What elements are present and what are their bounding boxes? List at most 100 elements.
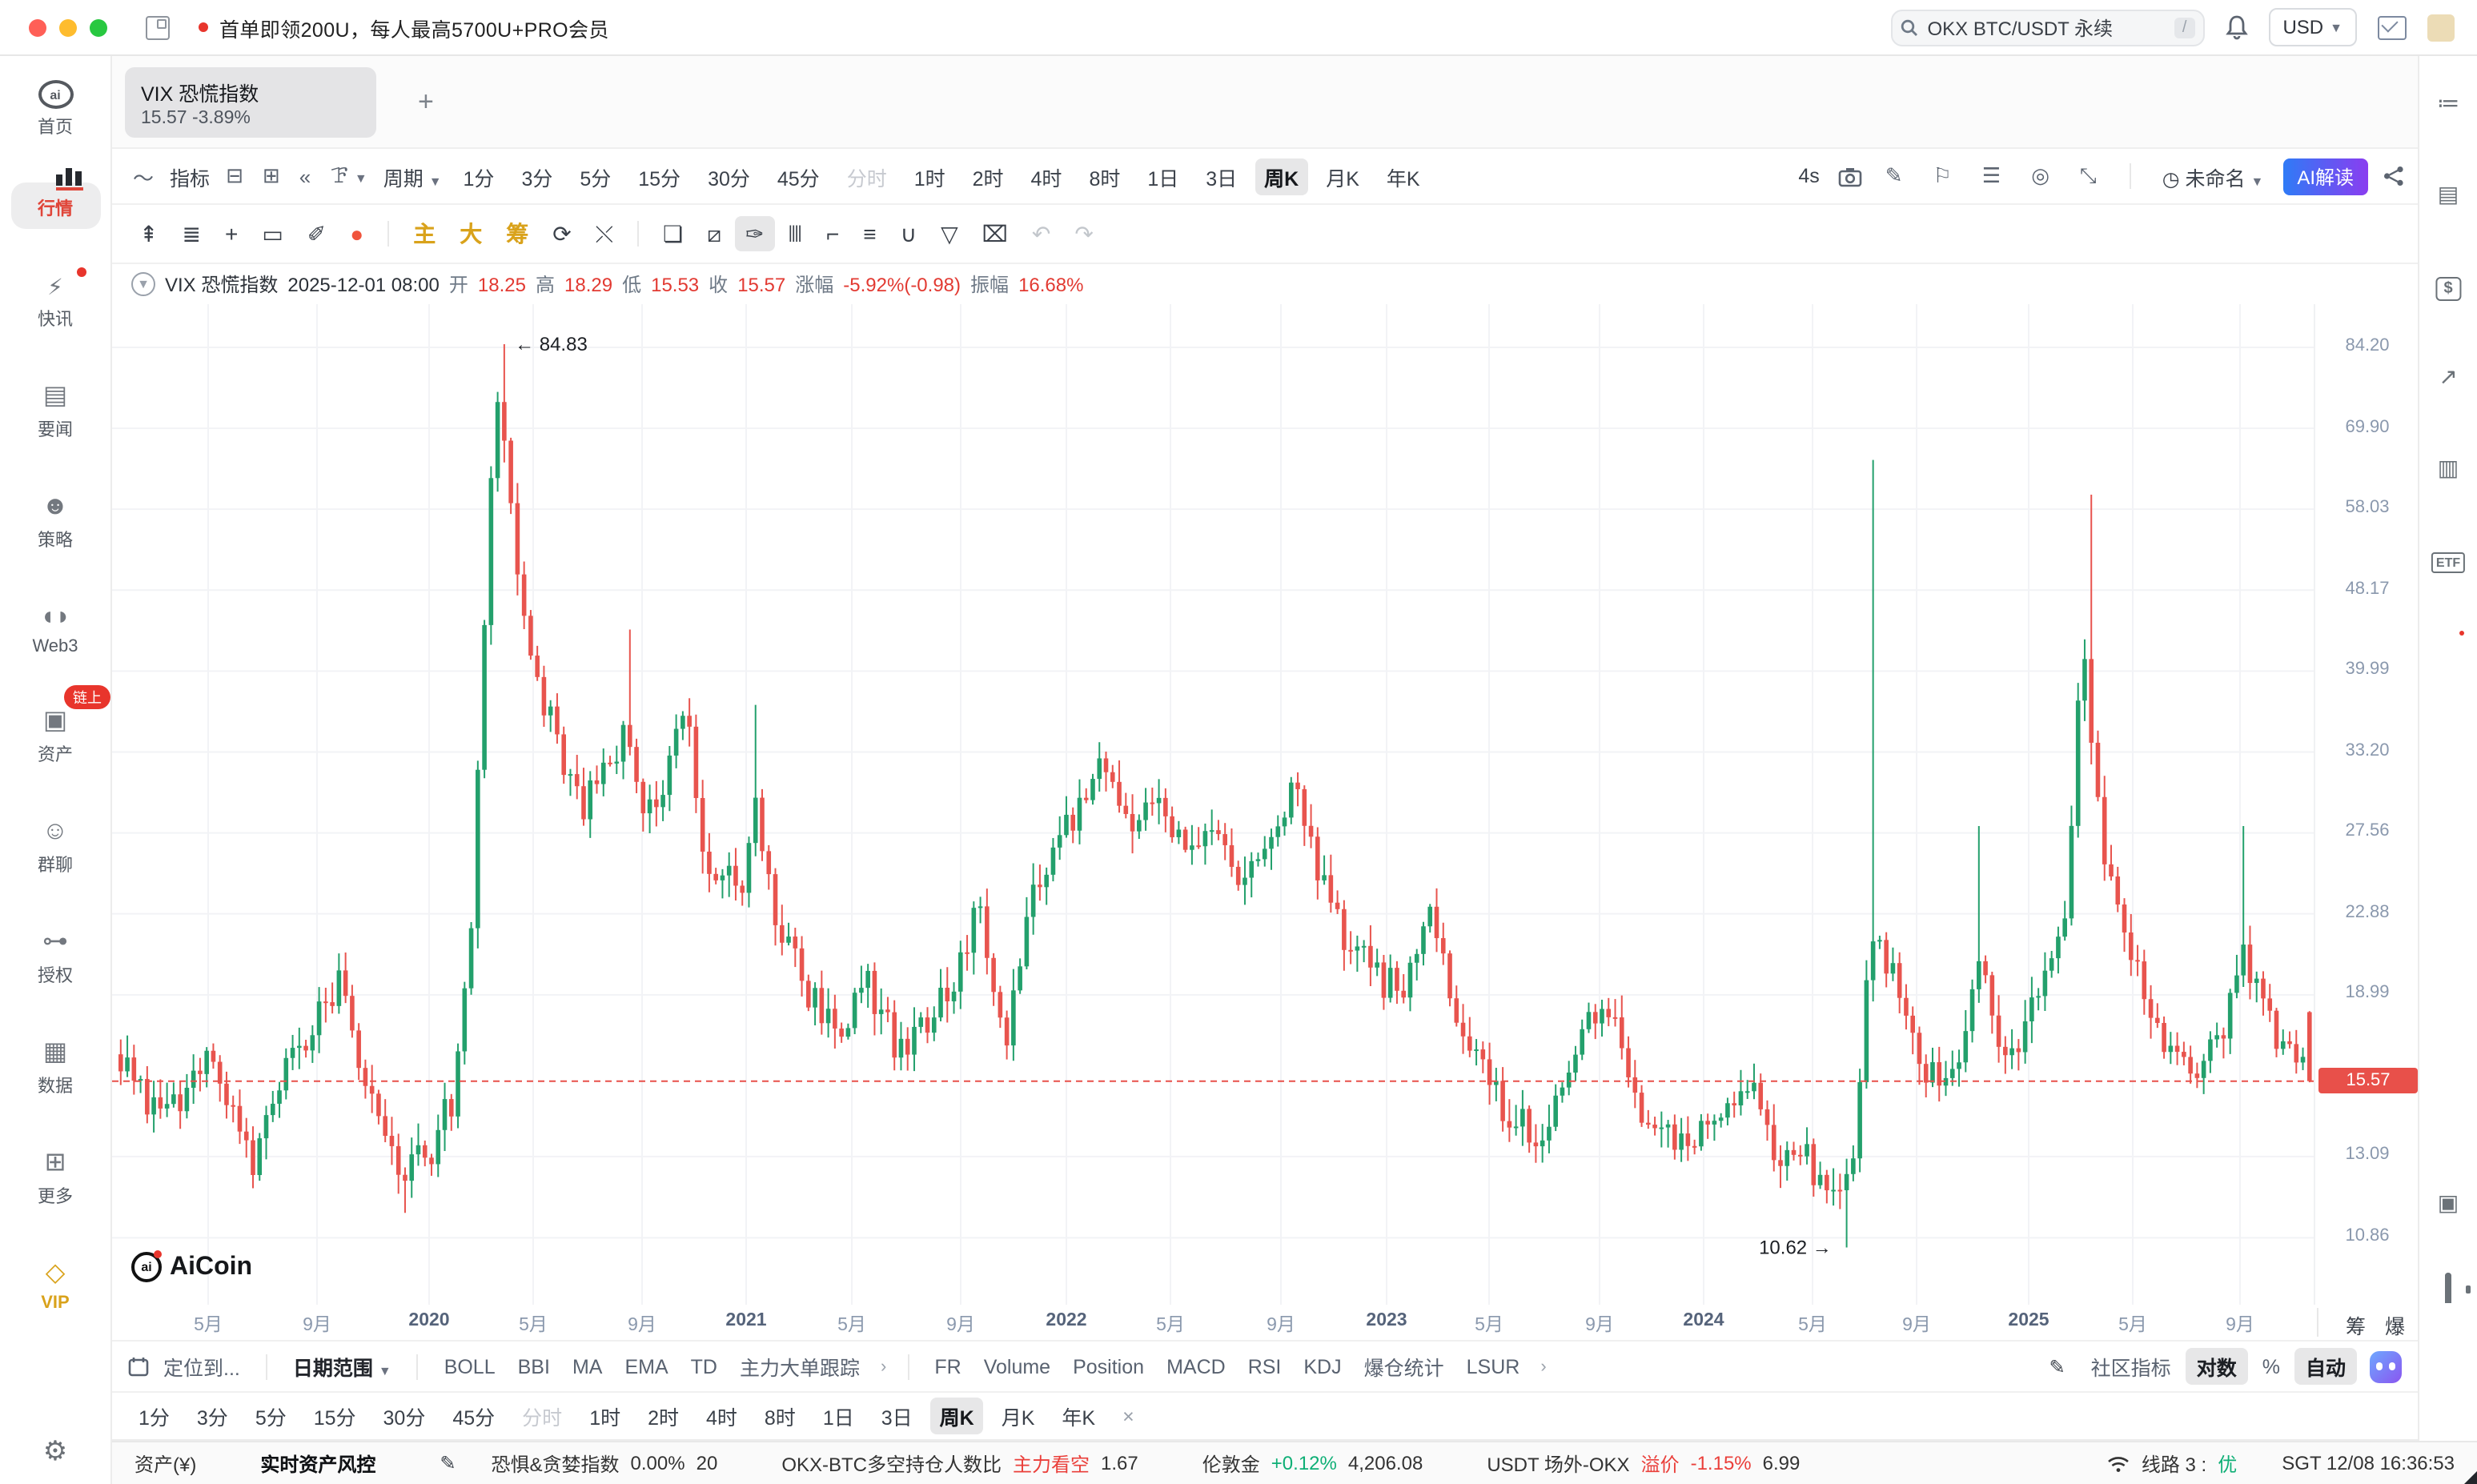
tab-vix-index[interactable]: VIX 恐慌指数 15.57 -3.89% — [125, 66, 376, 137]
currency-select[interactable]: USD ▼ — [2268, 8, 2357, 46]
sub-indicator-爆仓统计[interactable]: 爆仓统计 — [1353, 1348, 1455, 1385]
timeframe-1分[interactable]: 1分 — [129, 1398, 179, 1434]
timeframe-5分[interactable]: 5分 — [570, 158, 620, 195]
price-lines-icon[interactable]: ≣ — [171, 216, 211, 251]
list-settings-icon[interactable]: ☰ — [1974, 163, 2009, 189]
ruler-icon[interactable]: ⧄ — [696, 216, 733, 251]
search-input[interactable]: OKX BTC/USDT 永续 / — [1890, 9, 2204, 46]
time-axis[interactable]: 筹 爆 5月9月20205月9月20215月9月20225月9月20235月9月… — [112, 1305, 2418, 1342]
okx-ratio-label[interactable]: OKX-BTC多空持仓人数比 — [781, 1450, 1002, 1477]
settings-gear-icon[interactable]: ⚙ — [43, 1436, 68, 1468]
timeframe-年K[interactable]: 年K — [1052, 1398, 1105, 1434]
timeframe-4时[interactable]: 4时 — [1022, 158, 1072, 195]
panel-layout-icon[interactable]: ▣ — [2438, 1189, 2459, 1217]
percent-scale-toggle[interactable]: % — [2251, 1352, 2291, 1381]
share-icon[interactable] — [2383, 165, 2405, 187]
redo-icon[interactable]: ↷ — [1063, 216, 1104, 251]
edit-community-icon[interactable]: ✎ — [2038, 1349, 2077, 1384]
money-icon[interactable]: $ — [2435, 272, 2460, 299]
sub-indicator-KDJ[interactable]: KDJ — [1292, 1352, 1352, 1381]
fear-greed-label[interactable]: 恐惧&贪婪指数 — [492, 1450, 620, 1477]
sidebar-item-idx4[interactable]: ☻策略 — [10, 485, 100, 560]
indicator-EMA[interactable]: EMA — [613, 1352, 679, 1381]
timeframe-1日[interactable]: 1日 — [1138, 158, 1188, 195]
sidebar-item-idx0[interactable]: ai首页 — [10, 72, 100, 147]
collapse-info-icon[interactable]: ▼ — [131, 272, 155, 296]
delete-drawing-icon[interactable]: ⌧ — [971, 216, 1019, 251]
timeframe-45分[interactable]: 45分 — [443, 1398, 504, 1434]
brush-tool-icon[interactable]: ✐ — [296, 216, 337, 251]
indicator-BBI[interactable]: BBI — [507, 1352, 561, 1381]
timeframe-30分[interactable]: 30分 — [374, 1398, 436, 1434]
bookmark-icon[interactable]: ❏ — [652, 216, 694, 251]
sidebar-item-idx1[interactable]: 行情 — [10, 182, 100, 229]
sidebar-item-idx2[interactable]: ⚡快讯 — [10, 264, 100, 339]
note-icon[interactable]: ▤ — [2438, 181, 2459, 208]
interval-measure-icon[interactable]: ꘈ — [777, 216, 813, 251]
trend-line-icon[interactable]: ⤬ — [584, 216, 624, 251]
timeframe-3日[interactable]: 3日 — [1196, 158, 1247, 195]
indicator-button[interactable]: 指标 — [165, 161, 215, 191]
candle-style-icon[interactable]: ꘘ ▼ — [322, 163, 375, 189]
order-lines-icon[interactable]: ⇞ — [128, 216, 169, 251]
lock-icon[interactable]: ⌐ — [815, 216, 850, 251]
trend-icon[interactable]: ↗ — [2439, 363, 2457, 391]
log-scale-toggle[interactable]: 对数 — [2186, 1348, 2248, 1385]
filter-icon[interactable]: ▽ — [929, 216, 970, 251]
line-label[interactable]: 线路 3 : — [2142, 1450, 2206, 1477]
timeframe-月K[interactable]: 月K — [1316, 158, 1369, 195]
timeframe-15分[interactable]: 15分 — [304, 1398, 366, 1434]
sidebar-item-web3[interactable]: ◖◗Web3 — [10, 596, 100, 664]
axis-tab-liquidation[interactable]: 爆 — [2385, 1310, 2405, 1340]
compare-icon[interactable]: ⊟ — [218, 163, 251, 189]
sidebar-item-idx8[interactable]: ⊶授权 — [10, 920, 100, 996]
timeframe-15分[interactable]: 15分 — [628, 158, 690, 195]
timeframe-分时[interactable]: 分时 — [837, 158, 897, 195]
timeframe-月K[interactable]: 月K — [992, 1398, 1045, 1434]
customer-service-icon[interactable] — [2445, 1276, 2451, 1303]
note-edit-icon[interactable]: ≡ — [852, 216, 887, 251]
message-icon[interactable] — [2378, 15, 2407, 39]
ai-interpret-button[interactable]: AI解读 — [2282, 158, 2368, 195]
replay-icon[interactable]: « — [291, 164, 319, 188]
indicator-TD[interactable]: TD — [680, 1352, 729, 1381]
highlighter-icon[interactable]: ✑ — [734, 216, 775, 251]
close-window-button[interactable] — [29, 18, 46, 36]
timeframe-8时[interactable]: 8时 — [1079, 158, 1130, 195]
magnet-icon[interactable]: ∪ — [889, 216, 929, 251]
layout-name-dropdown[interactable]: ◷ 未命名 ▼ — [2158, 161, 2269, 191]
minimize-window-button[interactable] — [59, 18, 77, 36]
resize-corner[interactable] — [2464, 1471, 2477, 1484]
sidebar-item-idx6[interactable]: ▣链上资产 — [10, 700, 100, 775]
sidebar-item-idx10[interactable]: ⊞更多 — [10, 1141, 100, 1217]
indicator-MA[interactable]: MA — [561, 1352, 614, 1381]
timeframe-2时[interactable]: 2时 — [638, 1398, 689, 1434]
sidebar-item-idx9[interactable]: ▦数据 — [10, 1031, 100, 1106]
timeframe-3分[interactable]: 3分 — [512, 158, 562, 195]
price-axis[interactable]: 84.2069.9058.0348.1739.9933.2027.5622.88… — [2314, 304, 2418, 1305]
zoom-window-button[interactable] — [90, 18, 107, 36]
risk-control-label[interactable]: 实时资产风控 — [260, 1450, 375, 1477]
sub-indicator-FR[interactable]: FR — [923, 1352, 972, 1381]
edit-status-icon[interactable]: ✎ — [440, 1446, 456, 1481]
sub-indicator-Position[interactable]: Position — [1062, 1352, 1155, 1381]
chart-plot[interactable]: ← 84.8310.62 → — [112, 304, 2314, 1305]
refresh-drawing-icon[interactable]: ⟳ — [541, 216, 582, 251]
announcement-text[interactable]: 首单即领200U，每人最高5700U+PRO会员 — [219, 12, 609, 42]
timeframe-1时[interactable]: 1时 — [580, 1398, 630, 1434]
crosshair-icon[interactable]: + — [214, 216, 249, 251]
timeframe-5分[interactable]: 5分 — [246, 1398, 296, 1434]
community-indicators-button[interactable]: 社区指标 — [2080, 1348, 2182, 1385]
timeframe-30分[interactable]: 30分 — [698, 158, 760, 195]
speed-label[interactable]: 4s — [1793, 165, 1824, 187]
timeframe-1日[interactable]: 1日 — [813, 1398, 864, 1434]
sidebar-item-idx3[interactable]: ▤要闻 — [10, 375, 100, 450]
sidebar-item-idx7[interactable]: ☺群聊 — [10, 810, 100, 885]
collapse-icon[interactable]: ⤡ — [2072, 163, 2105, 189]
timeframe-3分[interactable]: 3分 — [187, 1398, 238, 1434]
sub-indicator-LSUR[interactable]: LSUR — [1455, 1352, 1532, 1381]
main-chart-button[interactable]: 主 — [402, 216, 447, 251]
locate-date-button[interactable]: 定位到... — [152, 1348, 251, 1385]
close-timeframe-bar-icon[interactable]: × — [1113, 1402, 1144, 1430]
auto-scale-toggle[interactable]: 自动 — [2294, 1348, 2357, 1385]
